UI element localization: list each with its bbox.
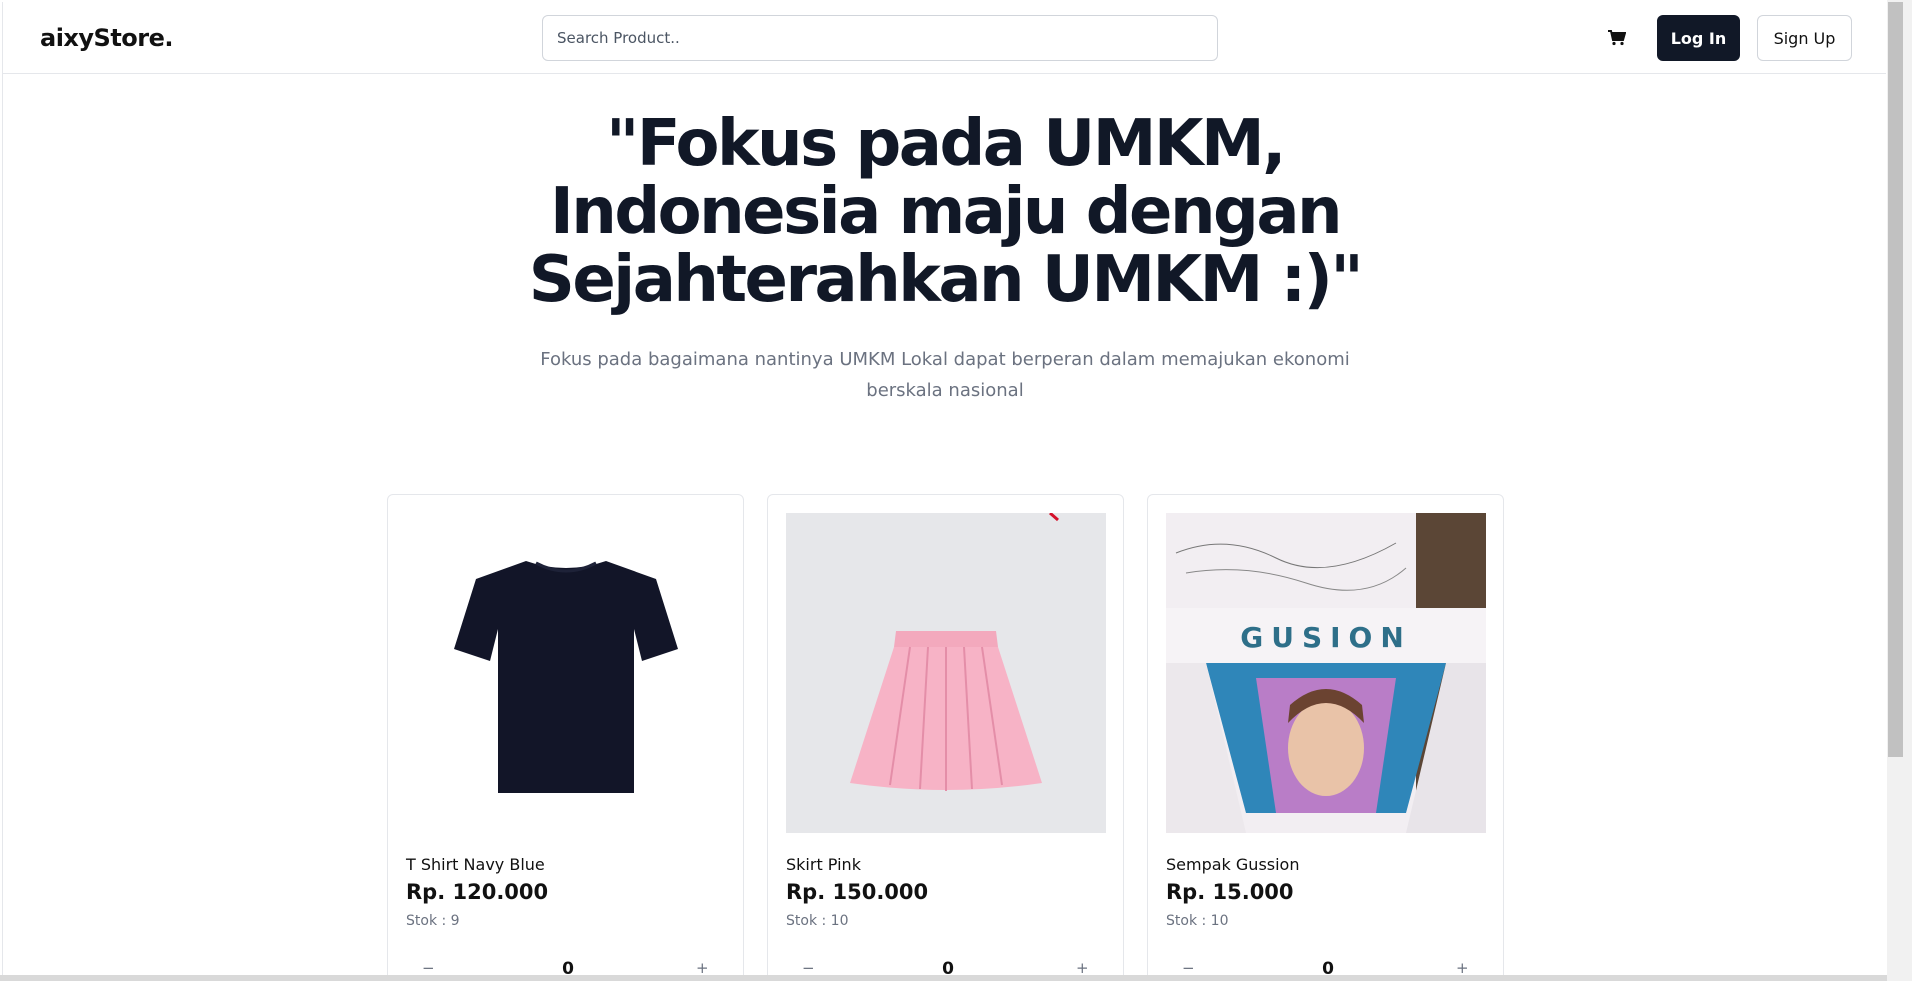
image-text: GUSION <box>1240 621 1412 654</box>
product-name[interactable]: Sempak Gussion <box>1166 855 1299 874</box>
decrease-button[interactable]: − <box>802 959 815 975</box>
product-card[interactable]: GUSION Sempak Gussion Rp. 15.000 Stok : … <box>1147 494 1504 975</box>
product-price: Rp. 150.000 <box>786 880 929 904</box>
quantity-value: 0 <box>942 959 954 975</box>
login-button[interactable]: Log In <box>1657 15 1740 61</box>
hero-subtitle-line: Fokus pada bagaimana nantinya UMKM Lokal… <box>540 349 1350 370</box>
signup-button[interactable]: Sign Up <box>1757 15 1852 61</box>
hero-subtitle-line: berskala nasional <box>866 380 1024 401</box>
bottom-edge <box>0 975 1887 981</box>
product-image[interactable] <box>786 513 1106 833</box>
product-card[interactable]: T Shirt Navy Blue Rp. 120.000 Stok : 9 −… <box>387 494 744 975</box>
product-image[interactable] <box>406 513 726 833</box>
scrollbar[interactable] <box>1887 0 1912 981</box>
product-price: Rp. 120.000 <box>406 880 549 904</box>
product-name[interactable]: Skirt Pink <box>786 855 861 874</box>
hero-title: "Fokus pada UMKM, Indonesia maju dengan … <box>463 110 1427 314</box>
product-name[interactable]: T Shirt Navy Blue <box>406 855 545 874</box>
hero-title-line: Sejahterahkan UMKM :)" <box>528 243 1364 317</box>
logo[interactable]: aixyStore. <box>40 24 174 52</box>
decrease-button[interactable]: − <box>422 959 435 975</box>
product-stock: Stok : 10 <box>786 913 849 929</box>
product-image[interactable]: GUSION <box>1166 513 1486 833</box>
hero-title-line: Indonesia maju dengan <box>549 175 1343 249</box>
increase-button[interactable]: + <box>696 959 709 975</box>
quantity-value: 0 <box>1322 959 1334 975</box>
increase-button[interactable]: + <box>1076 959 1089 975</box>
product-price: Rp. 15.000 <box>1166 880 1294 904</box>
decrease-button[interactable]: − <box>1182 959 1195 975</box>
product-stock: Stok : 10 <box>1166 913 1229 929</box>
quantity-value: 0 <box>562 959 574 975</box>
hero-title-line: "Fokus pada UMKM, <box>606 107 1286 181</box>
hero-subtitle: Fokus pada bagaimana nantinya UMKM Lokal… <box>523 344 1367 406</box>
product-card[interactable]: Skirt Pink Rp. 150.000 Stok : 10 − 0 + <box>767 494 1124 975</box>
page: aixyStore. Log In Sign Up "Fokus pada UM… <box>2 2 1886 975</box>
scrollbar-thumb[interactable] <box>1888 2 1903 757</box>
navbar: aixyStore. Log In Sign Up <box>3 2 1886 74</box>
search-input[interactable] <box>542 15 1218 61</box>
cart-icon[interactable] <box>1608 30 1626 46</box>
product-stock: Stok : 9 <box>406 913 460 929</box>
increase-button[interactable]: + <box>1456 959 1469 975</box>
